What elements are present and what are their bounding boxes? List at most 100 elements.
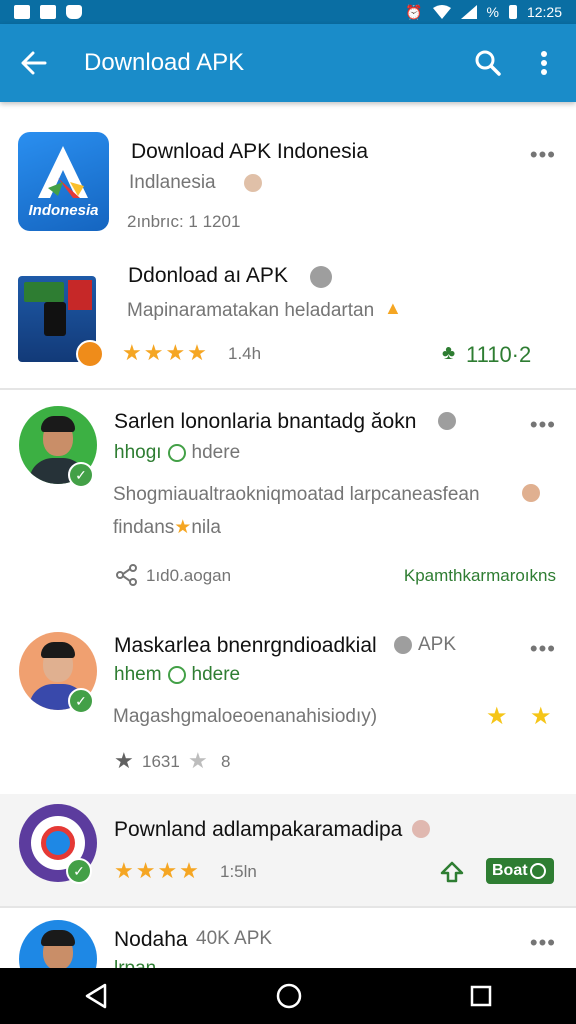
battery-indicator: % [486, 4, 499, 20]
phone-icon [44, 302, 66, 336]
app-meta: 2ınbrıc: 1 1201 [127, 212, 241, 231]
list-item[interactable]: Indonesia Download APK Indonesia Indlane… [0, 102, 576, 388]
nav-home-icon[interactable] [275, 982, 303, 1010]
logo-a-icon [38, 146, 88, 198]
overflow-menu-button[interactable] [516, 24, 572, 102]
avatar-hair [41, 642, 75, 658]
message-icon [40, 5, 56, 19]
flag-icon [244, 174, 262, 192]
back-button[interactable] [0, 24, 68, 102]
badge-icon [76, 340, 104, 368]
app-bar: Download APK [0, 24, 576, 102]
star-icon[interactable]: ★ [530, 702, 552, 731]
app-title: Download APK Indonesia [131, 140, 368, 163]
more-vert-icon [541, 51, 547, 75]
check-icon [529, 862, 546, 879]
rating-text: 1:5ln [220, 862, 257, 881]
download-icon: ♣ [442, 342, 456, 364]
avatar-hair [41, 416, 75, 432]
star-icon: ★ [174, 517, 192, 538]
desc-text: findans [113, 517, 175, 538]
share-icon[interactable] [116, 564, 138, 586]
battery-icon [508, 5, 517, 19]
app-title: Nodaha [114, 928, 188, 951]
star-icon: ★ [114, 748, 134, 773]
rating-text: 1.4h [228, 344, 262, 363]
app-tag: 40K APK [196, 928, 273, 949]
list-item[interactable]: Nodaha 40K APK ••• lrpan [0, 908, 576, 968]
nav-recents-icon[interactable] [469, 984, 493, 1008]
avatar [19, 920, 97, 968]
app-description: Magashgmaloeoenanahisiodıy) [113, 706, 378, 727]
avatar-hair [41, 930, 75, 946]
app-icon-box [18, 276, 104, 368]
nav-back-icon[interactable] [83, 982, 109, 1010]
verified-icon [167, 443, 186, 462]
back-arrow-icon [21, 51, 47, 75]
more-options-icon[interactable]: ••• [530, 144, 556, 166]
app-subtitle: Indlanesia [129, 172, 216, 193]
developer-label-2: hdere [191, 664, 241, 685]
install-button-label: Boat [492, 862, 528, 879]
verified-icon [167, 665, 186, 684]
upload-icon[interactable] [440, 860, 464, 884]
more-options-icon[interactable]: ••• [530, 638, 556, 660]
app-icon-label: Indonesia [28, 202, 99, 219]
box-accent-icon [68, 280, 92, 310]
search-icon [475, 50, 501, 76]
status-bar: ⏰ % 12:25 [0, 0, 576, 24]
developer-label: hhem [114, 664, 162, 685]
developer-name: hhem hdere [114, 664, 240, 686]
share-label: 1ıd0.aogan [146, 566, 232, 585]
list-item[interactable]: ✓ Maskarlea bnenrgndioadkial APK ••• hhe… [0, 616, 576, 794]
verified-badge-icon: ✓ [68, 688, 94, 714]
app-subtitle: Mapinaramatakan heladartan [127, 300, 375, 321]
star-icon[interactable]: ★ [486, 702, 508, 731]
rating-stars: ★★★★ [122, 340, 209, 365]
developer-name: lrpan [114, 958, 156, 968]
more-options-icon[interactable]: ••• [530, 932, 556, 954]
app-description: Shogmiaualtraokniqmoatad larpcaneasfean [113, 484, 480, 505]
app-tag: APK [418, 634, 457, 655]
developer-name: hhogı hdere [114, 442, 240, 464]
logo-ring-icon [41, 826, 75, 860]
signal-icon [460, 5, 477, 19]
rating-text: 1631 [142, 752, 180, 771]
app-title: Pownland adlampakaramadipa [114, 818, 403, 841]
app-title: Sarlen lononlaria bnantadg ăokn [114, 410, 417, 433]
app-list: Indonesia Download APK Indonesia Indlane… [0, 102, 576, 968]
desc-text-2: nila [191, 517, 221, 538]
developer-link[interactable]: Kpamthkarmaroıkns [404, 566, 556, 586]
rating-stars: ★★★★ [114, 858, 201, 883]
install-button[interactable]: Boat [486, 858, 554, 884]
status-time: 12:25 [526, 4, 562, 20]
list-item[interactable]: ✓ Sarlen lononlaria bnantadg ăokn ••• hh… [0, 390, 576, 616]
notification-icon [14, 5, 30, 19]
app-title: Maskarlea bnenrgndioadkial [114, 634, 377, 657]
list-item[interactable]: ✓ Pownland adlampakaramadipa ★★★★ 1:5ln … [0, 794, 576, 906]
page-title: Download APK [84, 49, 245, 76]
info-icon [438, 412, 456, 430]
emoji-icon [412, 820, 430, 838]
bell-icon: ▲ [384, 298, 402, 318]
info-icon [310, 266, 332, 288]
developer-label: hhogı [114, 442, 162, 463]
developer-label-2: hdere [191, 442, 241, 463]
more-options-icon[interactable]: ••• [530, 414, 556, 436]
app-description-2: findans★nila [113, 516, 221, 539]
app-icon-indonesia: Indonesia [18, 132, 109, 231]
info-icon [394, 636, 412, 654]
verified-badge-icon: ✓ [66, 858, 92, 884]
rating-text-2: 8 [221, 752, 231, 771]
app-title: Ddonload aı APK [128, 264, 288, 287]
verified-badge-icon: ✓ [68, 462, 94, 488]
star-icon: ★ [188, 748, 208, 773]
wifi-icon [432, 5, 451, 19]
status-notifications [14, 5, 82, 19]
search-button[interactable] [460, 24, 516, 102]
download-count: 1110·2 [466, 342, 532, 367]
alarm-icon: ⏰ [405, 3, 423, 20]
box-label-icon [24, 282, 64, 302]
status-system: ⏰ % 12:25 [405, 4, 562, 21]
navigation-bar [0, 968, 576, 1024]
